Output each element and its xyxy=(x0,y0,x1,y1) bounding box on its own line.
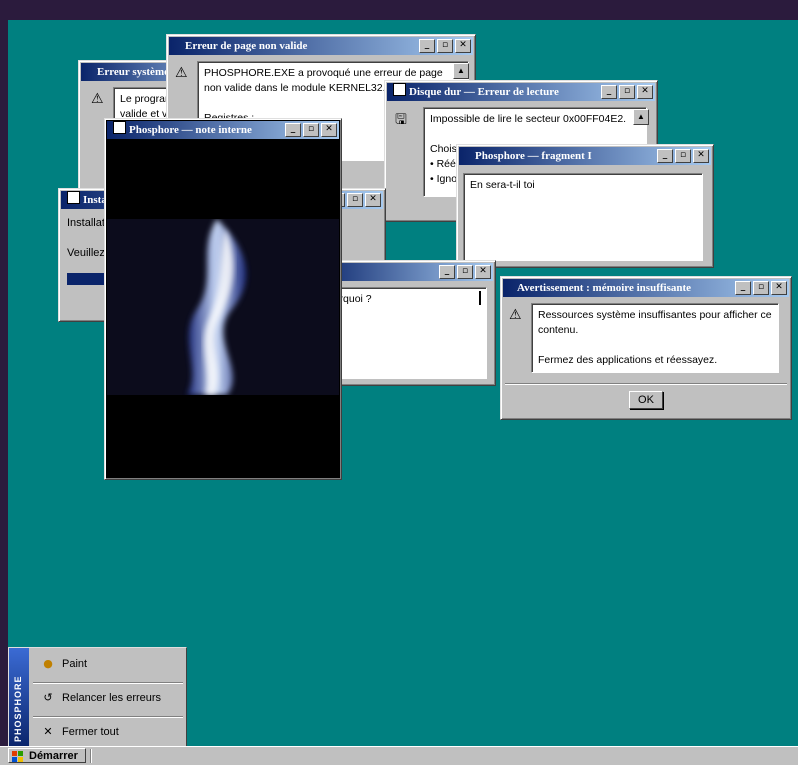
minimize-button[interactable]: _ xyxy=(419,39,435,53)
close-button[interactable]: ✕ xyxy=(365,193,381,207)
window-title: Disque dur — Erreur de lecture xyxy=(409,86,559,98)
minimize-button[interactable]: _ xyxy=(735,281,751,295)
maximize-button[interactable]: ▫ xyxy=(437,39,453,53)
maximize-button[interactable]: ▫ xyxy=(303,123,319,137)
window-note-interne[interactable]: Phosphore — note interne _ ▫ ✕ xyxy=(104,118,342,480)
start-menu: PHOSPHORE ● Paint ↺ Relancer les erreurs ✕… xyxy=(8,647,187,749)
window-title: Phosphore — fragment I xyxy=(475,150,592,162)
start-label: Démarrer xyxy=(29,750,78,762)
scroll-up-button[interactable]: ▲ xyxy=(633,109,649,125)
desktop: Erreur système ⚠ Le programme valide et … xyxy=(8,20,798,747)
ok-button[interactable]: OK xyxy=(629,391,663,409)
window-title: Phosphore — note interne xyxy=(129,124,252,136)
setup-icon xyxy=(67,191,80,204)
close-button[interactable]: ✕ xyxy=(693,149,709,163)
warning-icon: ⚠ xyxy=(175,65,188,81)
refresh-icon: ↺ xyxy=(43,691,53,704)
brand-label: PHOSPHORE xyxy=(13,675,23,742)
maximize-button[interactable]: ▫ xyxy=(347,193,363,207)
menu-item-relancer[interactable]: ↺ Relancer les erreurs xyxy=(31,684,181,712)
start-menu-brand-band: PHOSPHORE xyxy=(9,648,29,748)
close-button[interactable]: ✕ xyxy=(637,85,653,99)
titlebar[interactable]: Phosphore — fragment I _ ▫ ✕ xyxy=(459,147,711,165)
start-button[interactable]: Démarrer xyxy=(8,748,86,763)
taskbar: Démarrer xyxy=(0,746,798,765)
window-title: Erreur système xyxy=(97,66,169,78)
message-field: Ressources système insuffisantes pour af… xyxy=(531,303,779,373)
maximize-button[interactable]: ▫ xyxy=(619,85,635,99)
close-button[interactable]: ✕ xyxy=(771,281,787,295)
close-button[interactable]: ✕ xyxy=(455,39,471,53)
floppy-icon: 🖫 xyxy=(395,112,407,128)
blue-flame-graphic xyxy=(187,219,247,395)
disk-icon xyxy=(393,83,406,96)
minimize-button[interactable]: _ xyxy=(285,123,301,137)
windows-logo-icon xyxy=(12,751,23,762)
close-button[interactable]: ✕ xyxy=(475,265,491,279)
maximize-button[interactable]: ▫ xyxy=(675,149,691,163)
close-button[interactable]: ✕ xyxy=(321,123,337,137)
titlebar[interactable]: Phosphore — note interne _ ▫ ✕ xyxy=(107,121,339,139)
window-title: Avertissement : mémoire insuffisante xyxy=(517,282,692,294)
text-cursor xyxy=(479,291,481,305)
titlebar[interactable]: Erreur de page non valide _ ▫ ✕ xyxy=(169,37,473,55)
maximize-button[interactable]: ▫ xyxy=(457,265,473,279)
scroll-up-button[interactable]: ▲ xyxy=(453,63,469,79)
menu-item-fermer-tout[interactable]: ✕ Fermer tout xyxy=(31,718,181,746)
window-memoire[interactable]: Avertissement : mémoire insuffisante _ ▫ ✕… xyxy=(500,276,792,420)
menu-item-paint[interactable]: ● Paint xyxy=(31,650,181,678)
minimize-button[interactable]: _ xyxy=(601,85,617,99)
taskbar-divider xyxy=(90,749,92,763)
install-line-1: Installati xyxy=(67,217,108,229)
window-title: Erreur de page non valide xyxy=(185,40,308,52)
warning-icon: ⚠ xyxy=(91,91,104,107)
text-field[interactable]: En sera-t-il toi xyxy=(463,173,703,261)
titlebar[interactable]: Avertissement : mémoire insuffisante _ ▫ ✕ xyxy=(503,279,789,297)
close-icon: ✕ xyxy=(43,725,53,738)
minimize-button[interactable]: _ xyxy=(439,265,455,279)
minimize-button[interactable]: _ xyxy=(657,149,673,163)
palette-icon: ● xyxy=(43,657,53,670)
maximize-button[interactable]: ▫ xyxy=(753,281,769,295)
window-fragment[interactable]: Phosphore — fragment I _ ▫ ✕ En sera-t-il … xyxy=(456,144,714,268)
flame-image xyxy=(107,219,339,395)
warning-icon: ⚠ xyxy=(509,307,522,323)
titlebar[interactable]: Disque dur — Erreur de lecture _ ▫ ✕ xyxy=(387,83,655,101)
divider xyxy=(505,383,787,385)
notepad-icon xyxy=(113,121,126,134)
